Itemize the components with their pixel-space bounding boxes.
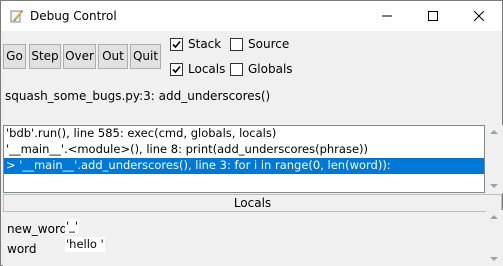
out-button[interactable]: Out	[98, 44, 128, 69]
stack-frame[interactable]: 'bdb'.run(), line 585: exec(cmd, globals…	[4, 126, 484, 142]
stack-scrollbar[interactable]	[486, 125, 503, 193]
locals-panel: new_word '_' word 'hello '	[3, 212, 486, 266]
local-value[interactable]: 'hello '	[65, 237, 105, 252]
maximize-icon	[428, 11, 438, 21]
stack-listbox[interactable]: 'bdb'.run(), line 585: exec(cmd, globals…	[3, 125, 485, 193]
maximize-button[interactable]	[410, 1, 456, 31]
scroll-down-icon[interactable]	[490, 257, 498, 261]
globals-label: Globals	[248, 62, 293, 76]
close-icon	[474, 11, 484, 21]
stack-frame-selected[interactable]: > '__main__'.add_underscores(), line 3: …	[4, 158, 484, 174]
title-bar: Debug Control	[1, 1, 502, 31]
debug-control-window: Debug Control Go Step Over Out Quit Stac…	[0, 0, 503, 266]
python-feather-icon	[10, 10, 23, 23]
scroll-up-icon[interactable]	[490, 130, 498, 134]
local-name: word	[7, 242, 37, 256]
minimize-icon	[382, 15, 392, 17]
local-name: new_word	[7, 222, 68, 236]
source-label: Source	[248, 37, 290, 51]
step-button[interactable]: Step	[29, 44, 61, 69]
stack-frame[interactable]: '__main__'.<module>(), line 8: print(add…	[4, 142, 484, 158]
close-button[interactable]	[456, 1, 502, 31]
minimize-button[interactable]	[364, 1, 410, 31]
over-button[interactable]: Over	[63, 44, 96, 69]
checkmark-icon	[172, 40, 181, 49]
locals-label: Locals	[188, 62, 226, 76]
locals-header: Locals	[3, 194, 502, 212]
globals-check-box[interactable]	[230, 63, 243, 76]
stack-check-box[interactable]	[170, 38, 183, 51]
scroll-up-icon[interactable]	[490, 215, 498, 219]
quit-button[interactable]: Quit	[130, 44, 161, 69]
source-check-box[interactable]	[230, 38, 243, 51]
stack-label: Stack	[188, 37, 222, 51]
scroll-down-icon[interactable]	[490, 184, 498, 188]
window-title: Debug Control	[30, 9, 117, 23]
locals-scrollbar[interactable]	[486, 210, 503, 266]
locals-check-box[interactable]	[170, 63, 183, 76]
go-button[interactable]: Go	[3, 44, 26, 69]
status-line: squash_some_bugs.py:3: add_underscores()	[5, 89, 271, 103]
checkmark-icon	[172, 65, 181, 74]
local-value[interactable]: '_'	[65, 219, 80, 234]
